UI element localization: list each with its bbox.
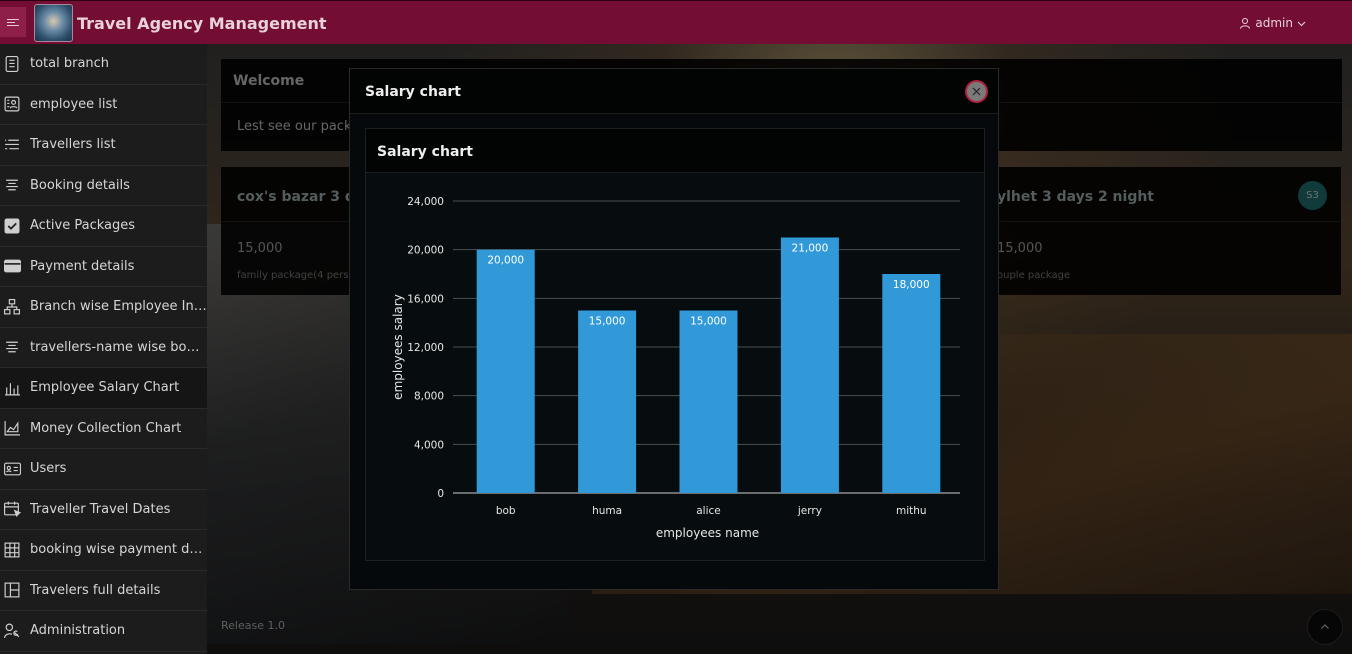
sidebar-nav: total branch employee list Travellers list… — [0, 44, 207, 654]
sidebar-item-label: Employee Salary Chart — [30, 380, 180, 396]
user-icon — [1240, 17, 1251, 29]
close-icon — [972, 87, 981, 96]
bar — [578, 310, 637, 493]
app-logo[interactable] — [34, 4, 73, 42]
sidebar-item-label: Travelers full details — [30, 582, 161, 598]
bar — [882, 274, 941, 493]
bar-value-label: 21,000 — [792, 243, 829, 255]
bar-value-label: 15,000 — [690, 316, 727, 328]
close-button[interactable] — [965, 80, 988, 103]
sidebar-item-travellers-list[interactable]: Travellers list — [0, 125, 207, 166]
align-center-icon — [0, 176, 30, 194]
sidebar-item-label: Booking details — [30, 177, 130, 193]
sidebar-item-label: booking wise payment details — [30, 542, 207, 558]
layout-icon — [0, 581, 30, 599]
y-tick-label: 20,000 — [407, 245, 444, 257]
sidebar-item-label: Travellers list — [30, 137, 116, 153]
y-tick-label: 24,000 — [407, 196, 444, 208]
chevron-down-icon — [1297, 21, 1306, 26]
list-icon — [0, 136, 30, 154]
sidebar-item-label: travellers-name wise booking ... — [30, 339, 207, 355]
region-title: Salary chart — [377, 144, 473, 160]
sidebar-item-label: Users — [30, 461, 67, 477]
area-chart-icon — [0, 419, 30, 437]
sidebar-item-employee-list[interactable]: employee list — [0, 85, 207, 125]
sidebar-item-label: employee list — [30, 96, 118, 112]
sidebar-item-employee-salary-chart[interactable]: Employee Salary Chart — [0, 368, 207, 409]
chart-region: Salary chart 0 4,000 8,000 12,000 16,000 20,0… — [365, 128, 985, 561]
region-header: Salary chart — [366, 129, 984, 173]
sidebar-item-travelers-full-details[interactable]: Travelers full details — [0, 571, 207, 611]
y-tick-label: 4,000 — [414, 439, 444, 451]
x-tick-label: bob — [496, 505, 516, 517]
sidebar-item-booking-wise-payment-details[interactable]: booking wise payment details — [0, 530, 207, 571]
sidebar-item-administration[interactable]: Administration — [0, 611, 207, 652]
credit-card-icon — [0, 257, 30, 275]
user-name: admin — [1255, 16, 1293, 30]
salary-bar-chart: 0 4,000 8,000 12,000 16,000 20,000 24,000 20,00… — [391, 196, 960, 540]
document-icon — [0, 55, 30, 73]
bar — [476, 249, 535, 493]
sidebar-item-branch-wise-employee-inform[interactable]: Branch wise Employee Inform... — [0, 287, 207, 328]
user-wrench-icon — [0, 622, 30, 640]
sidebar-item-payment-details[interactable]: Payment details — [0, 247, 207, 287]
y-tick-label: 12,000 — [407, 342, 444, 354]
checkbox-icon — [0, 217, 30, 235]
calendar-cursor-icon — [0, 500, 30, 518]
contact-card-icon — [0, 95, 30, 113]
hamburger-icon — [7, 17, 19, 28]
sidebar-item-label: Branch wise Employee Inform... — [30, 299, 207, 315]
x-tick-label: alice — [696, 505, 721, 517]
sidebar-item-label: Active Packages — [30, 218, 136, 234]
user-menu[interactable]: admin — [1239, 16, 1306, 30]
menu-toggle-button[interactable] — [0, 7, 26, 37]
bar-value-label: 20,000 — [487, 255, 524, 267]
sidebar-item-total-branch[interactable]: total branch — [0, 44, 207, 85]
bar-chart-icon — [0, 379, 30, 397]
y-tick-label: 16,000 — [407, 293, 444, 305]
x-tick-label: mithu — [896, 505, 927, 517]
sidebar-item-label: Payment details — [30, 258, 135, 274]
sidebar-item-traveller-travel-dates[interactable]: Traveller Travel Dates — [0, 490, 207, 530]
align-center-icon — [0, 338, 30, 356]
sidebar-item-label: Money Collection Chart — [30, 420, 182, 436]
bar — [780, 237, 839, 493]
dialog-header: Salary chart — [350, 69, 998, 114]
bar-value-label: 18,000 — [893, 279, 930, 291]
dialog-title: Salary chart — [365, 84, 461, 100]
sidebar-item-label: Administration — [30, 623, 126, 639]
y-axis-title: employees salary — [391, 294, 405, 400]
x-tick-label: huma — [592, 505, 622, 517]
bar — [679, 310, 738, 493]
bar-value-label: 15,000 — [589, 316, 626, 328]
id-card-icon — [0, 460, 30, 478]
app-title: Travel Agency Management — [77, 14, 327, 33]
sidebar-item-active-packages[interactable]: Active Packages — [0, 206, 207, 247]
hierarchy-icon — [0, 298, 30, 316]
y-tick-label: 0 — [437, 488, 444, 500]
sidebar-item-travellers-name-wise-booking[interactable]: travellers-name wise booking ... — [0, 328, 207, 368]
sidebar-item-label: total branch — [30, 56, 110, 72]
y-tick-label: 8,000 — [414, 391, 444, 403]
x-tick-label: jerry — [797, 505, 822, 517]
salary-chart-dialog: Salary chart Salary chart 0 4,000 8,000 12,… — [349, 68, 999, 590]
app-header: Travel Agency Management admin — [0, 0, 1352, 44]
grid-icon — [0, 541, 30, 559]
sidebar-item-money-collection-chart[interactable]: Money Collection Chart — [0, 409, 207, 449]
sidebar-item-booking-details[interactable]: Booking details — [0, 166, 207, 206]
sidebar-item-label: Traveller Travel Dates — [30, 501, 171, 517]
sidebar-item-users[interactable]: Users — [0, 449, 207, 490]
x-axis-title: employees name — [656, 526, 759, 540]
